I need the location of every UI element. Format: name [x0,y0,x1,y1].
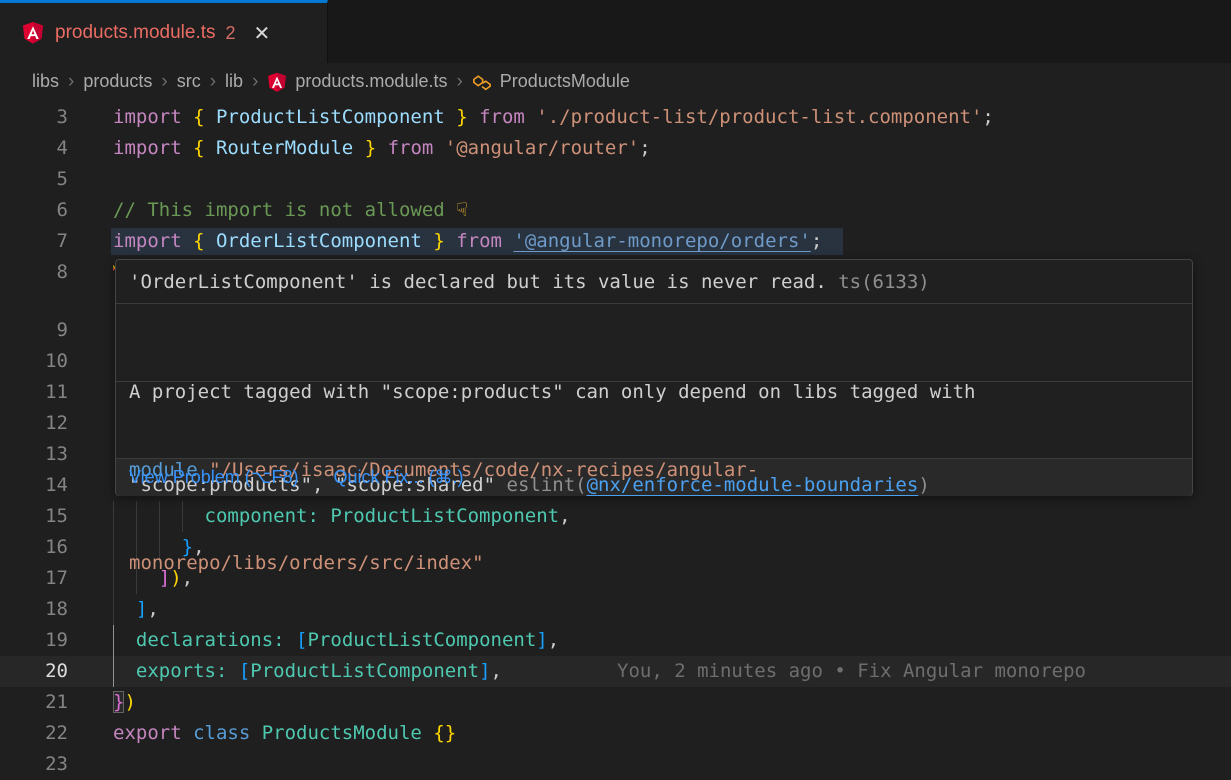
code-text: }) [113,687,136,718]
angular-icon [267,72,287,93]
code-line[interactable]: 21}) [0,687,1231,718]
ts-error-code: ts(6133) [827,271,930,293]
line-number[interactable]: 17 [0,563,68,594]
breadcrumb-item-lib[interactable]: lib [225,71,243,92]
code-line[interactable]: 4 import { RouterModule } from '@angular/… [0,133,1231,164]
line-number[interactable]: 13 [0,439,68,470]
close-icon[interactable]: ✕ [254,21,271,46]
line-number[interactable]: 5 [0,164,68,195]
breadcrumb-item-file[interactable]: products.module.ts [295,71,447,92]
symbol-class-icon [472,72,492,93]
chevron-right-icon: › [210,71,216,93]
code-line[interactable]: 22 export class ProductsModule {} [0,718,1231,749]
code-text: import { RouterModule } from '@angular/r… [113,133,651,164]
tab-products-module[interactable]: products.module.ts 2 ✕ [0,0,328,63]
code-text: import { OrderListComponent } from '@ang… [113,226,822,257]
line-number[interactable]: 3 [0,102,68,133]
code-line[interactable]: 3 import { ProductListComponent } from '.… [0,102,1231,133]
code-text: exports: [ProductListComponent], [113,656,502,687]
code-line[interactable]: 6 // This import is not allowed ☟ [0,195,1231,226]
breadcrumb-item-products[interactable]: products [83,71,152,92]
eslint-error-message: A project tagged with "scope:products" c… [116,304,1192,382]
tab-bar: products.module.ts 2 ✕ [0,0,1231,63]
code-text: // This import is not allowed ☟ [113,195,468,226]
line-number[interactable]: 8 [0,257,68,288]
ts-error-text: 'OrderListComponent' is declared but its… [129,271,827,293]
quick-fix-link[interactable]: Quick Fix... (⌘.) [333,467,463,487]
chevron-right-icon: › [68,71,74,93]
chevron-right-icon: › [161,71,167,93]
line-number[interactable]: 23 [0,749,68,780]
line-number[interactable]: 22 [0,718,68,749]
hover-popup: 'OrderListComponent' is declared but its… [115,259,1193,496]
angular-icon [22,21,44,45]
code-line[interactable]: 7 import { OrderListComponent } from '@an… [0,226,1231,257]
git-blame-annotation: You, 2 minutes ago • Fix Angular monorep… [617,656,1086,687]
line-number[interactable]: 10 [0,346,68,377]
breadcrumb-item-libs[interactable]: libs [32,71,59,92]
line-number[interactable]: 21 [0,687,68,718]
code-text: import { ProductListComponent } from './… [113,102,994,133]
line-number[interactable]: 18 [0,594,68,625]
breadcrumb: libs › products › src › lib › products.m… [0,63,1231,100]
code-line[interactable]: 5 [0,164,1231,195]
line-number[interactable]: 12 [0,408,68,439]
line-number[interactable]: 14 [0,470,68,501]
line-number[interactable]: 6 [0,195,68,226]
breadcrumb-item-symbol[interactable]: ProductsModule [500,71,630,92]
code-text: export class ProductsModule {} [113,718,456,749]
line-number[interactable]: 15 [0,501,68,532]
line-number[interactable]: 9 [0,315,68,346]
tab-modified-badge: 2 [226,23,236,44]
vscode-window: products.module.ts 2 ✕ libs › products ›… [0,0,1231,780]
line-number[interactable]: 11 [0,377,68,408]
code-line[interactable]: 20 exports: [ProductListComponent], You, 2… [0,656,1231,687]
line-number[interactable]: 7 [0,226,68,257]
breadcrumb-item-src[interactable]: src [177,71,201,92]
line-number[interactable]: 20 [0,656,68,687]
tab-title: products.module.ts [55,22,216,44]
line-number[interactable]: 4 [0,133,68,164]
chevron-right-icon: › [456,71,462,93]
chevron-right-icon: › [252,71,258,93]
line-number[interactable]: 16 [0,532,68,563]
line-number[interactable]: 19 [0,625,68,656]
ts-error-message: 'OrderListComponent' is declared but its… [116,260,1192,304]
view-problem-link[interactable]: View Problem (⌥F8) [129,467,298,487]
code-line[interactable]: 23 [0,749,1231,780]
